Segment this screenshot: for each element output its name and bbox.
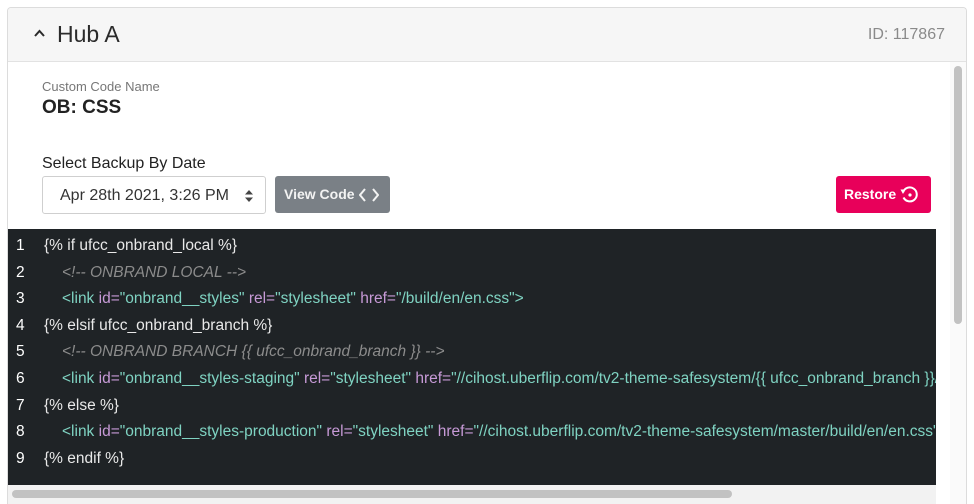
code-token: <link xyxy=(62,423,99,441)
code-token: id= xyxy=(98,423,120,441)
code-token: <!-- ONBRAND BRANCH {{ ufcc_onbrand_bran… xyxy=(62,343,445,361)
code-text: {% endif %} xyxy=(44,450,124,468)
vertical-scrollbar[interactable] xyxy=(950,62,966,504)
code-line: 7 {% else %} xyxy=(8,397,936,424)
code-line: 6 <link id="onbrand__styles-staging" rel=… xyxy=(8,370,936,397)
code-line: 5 <!-- ONBRAND BRANCH {{ ufcc_onbrand_bra… xyxy=(8,343,936,370)
view-code-button[interactable]: View Code xyxy=(275,176,390,213)
code-line: 4 {% elsif ufcc_onbrand_branch %} xyxy=(8,317,936,344)
custom-code-name: OB: CSS xyxy=(42,97,122,118)
backup-date-value: Apr 28th 2021, 3:26 PM xyxy=(60,187,229,204)
code-token: "stylesheet" xyxy=(275,290,361,308)
hub-panel: Hub A ID: 117867 Custom Code Name OB: CS… xyxy=(7,7,967,504)
code-line: 1 {% if ufcc_onbrand_local %} xyxy=(8,237,936,264)
code-token: "//cihost.uberflip.com/tv2-theme-safesys… xyxy=(473,423,936,441)
code-token: "/build/en/en.css"> xyxy=(395,290,524,308)
code-token: rel= xyxy=(303,370,331,387)
code-line: 2 <!-- ONBRAND LOCAL --> xyxy=(8,264,936,291)
custom-code-name-label: Custom Code Name xyxy=(42,79,160,94)
line-number: 3 xyxy=(16,290,25,308)
vertical-scrollbar-thumb[interactable] xyxy=(954,66,962,324)
code-text: <link id="onbrand__styles-production" re… xyxy=(62,423,936,441)
code-token: rel= xyxy=(326,423,353,441)
code-text: {% elsif ufcc_onbrand_branch %} xyxy=(44,317,272,335)
code-token: "//cihost.uberflip.com/tv2-theme-safesys… xyxy=(451,370,936,387)
code-token: "stylesheet" xyxy=(352,423,438,441)
code-token: "onbrand__styles-production" xyxy=(119,423,327,441)
code-line: 8 <link id="onbrand__styles-production" r… xyxy=(8,423,936,450)
code-token: href= xyxy=(437,423,474,441)
horizontal-scrollbar[interactable] xyxy=(8,485,936,504)
restore-label: Restore xyxy=(844,186,897,202)
restore-icon xyxy=(900,186,918,203)
code-token: "onbrand__styles-staging" xyxy=(119,370,304,387)
code-text: {% if ufcc_onbrand_local %} xyxy=(44,237,237,255)
chevron-up-icon[interactable] xyxy=(34,28,45,39)
horizontal-scrollbar-thumb[interactable] xyxy=(12,490,732,498)
code-token: {% else %} xyxy=(44,396,119,414)
hub-id: ID: 117867 xyxy=(867,26,945,43)
code-editor[interactable]: 1 {% if ufcc_onbrand_local %} 2 <!-- ONBRAN… xyxy=(8,229,936,485)
line-number: 4 xyxy=(16,316,25,334)
code-text: <!-- ONBRAND BRANCH {{ ufcc_onbrand_bran… xyxy=(62,343,445,361)
hub-title: Hub A xyxy=(57,21,120,47)
code-token: {% elsif ufcc_onbrand_branch %} xyxy=(44,316,273,334)
code-line: 3 <link id="onbrand__styles" rel="stylesh… xyxy=(8,290,936,317)
code-brackets-icon xyxy=(359,188,379,202)
line-number: 8 xyxy=(16,423,25,441)
code-token: href= xyxy=(415,370,452,387)
code-token: {% if ufcc_onbrand_local %} xyxy=(44,237,238,254)
line-number: 1 xyxy=(16,237,25,254)
line-number: 5 xyxy=(16,343,25,361)
view-code-label: View Code xyxy=(284,186,355,202)
code-line: 9 {% endif %} xyxy=(8,450,936,477)
code-text: <link id="onbrand__styles" rel="styleshe… xyxy=(62,290,524,308)
code-text: {% else %} xyxy=(44,397,119,415)
code-text: <link id="onbrand__styles-staging" rel="… xyxy=(62,370,936,388)
line-number: 7 xyxy=(16,396,25,414)
hub-header[interactable]: Hub A ID: 117867 xyxy=(8,8,966,62)
backup-date-select[interactable]: Apr 28th 2021, 3:26 PM xyxy=(42,176,266,214)
backup-date-label: Select Backup By Date xyxy=(42,155,206,172)
code-token: "onbrand__styles" xyxy=(119,290,249,308)
line-number: 6 xyxy=(16,370,25,387)
code-token: id= xyxy=(98,290,120,308)
select-arrows-icon xyxy=(245,190,253,202)
code-token: <!-- ONBRAND LOCAL --> xyxy=(62,263,247,281)
code-token: id= xyxy=(98,370,120,387)
code-token: {% endif %} xyxy=(44,449,125,467)
code-token: rel= xyxy=(248,290,276,308)
line-number: 2 xyxy=(16,263,25,281)
code-token: "stylesheet" xyxy=(330,370,416,387)
code-token: <link xyxy=(62,370,99,387)
code-token: href= xyxy=(360,290,396,308)
line-number: 9 xyxy=(16,449,25,467)
restore-button[interactable]: Restore xyxy=(836,176,931,213)
code-text: <!-- ONBRAND LOCAL --> xyxy=(62,264,246,282)
code-token: <link xyxy=(62,290,99,308)
